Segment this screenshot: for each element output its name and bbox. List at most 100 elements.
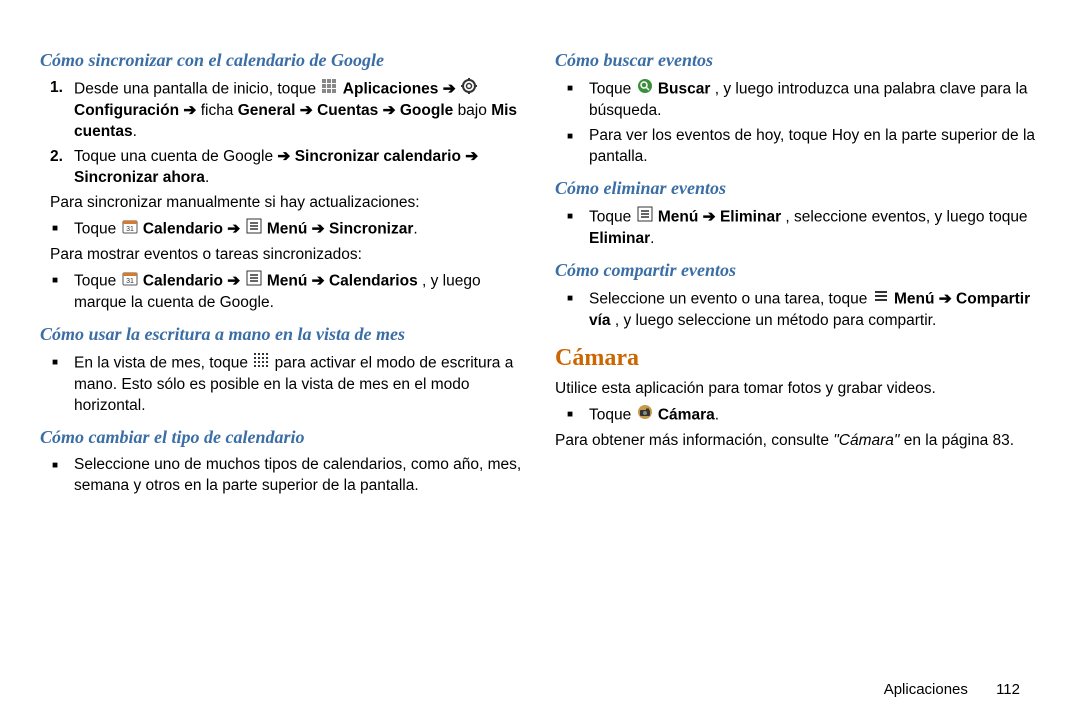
arrow-icon: ➔ bbox=[183, 102, 196, 119]
manual-sync-text: Para sincronizar manualmente si hay actu… bbox=[50, 193, 525, 214]
arrow-icon: ➔ bbox=[939, 291, 956, 308]
heading-camera: Cámara bbox=[555, 342, 1040, 374]
text: Toque bbox=[589, 209, 636, 226]
text: Toque bbox=[74, 272, 121, 289]
arrow-icon: ➔ bbox=[703, 209, 720, 226]
change-type-list: Seleccione uno de muchos tipos de calend… bbox=[40, 455, 525, 497]
menu-lines-icon bbox=[873, 288, 889, 311]
camera-list: Toque Cámara. bbox=[555, 404, 1040, 427]
grid-icon bbox=[253, 352, 269, 375]
heading-delete-events: Cómo eliminar eventos bbox=[555, 176, 1040, 200]
heading-search-events: Cómo buscar eventos bbox=[555, 48, 1040, 72]
text: en la página 83. bbox=[904, 432, 1014, 449]
show-events-list: Toque Calendario ➔ Menú ➔ Calendarios , … bbox=[40, 270, 525, 314]
text: , y luego seleccione un método para comp… bbox=[615, 312, 936, 329]
text: Para obtener más información, consulte bbox=[555, 432, 833, 449]
search-label: Buscar bbox=[658, 81, 711, 98]
right-column: Cómo buscar eventos Toque Buscar , y lue… bbox=[555, 40, 1040, 501]
gear-icon bbox=[461, 78, 477, 101]
list-item: Toque Calendario ➔ Menú ➔ Calendarios , … bbox=[74, 270, 525, 314]
heading-change-calendar-type: Cómo cambiar el tipo de calendario bbox=[40, 425, 525, 449]
arrow-icon: ➔ bbox=[227, 272, 244, 289]
sync-steps: Desde una pantalla de inicio, toque Apli… bbox=[40, 78, 525, 189]
menu-label: Menú bbox=[267, 220, 307, 237]
handwriting-list: En la vista de mes, toque para activar e… bbox=[40, 352, 525, 417]
text: Toque bbox=[589, 406, 636, 423]
step-2: Toque una cuenta de Google ➔ Sincronizar… bbox=[74, 147, 525, 189]
arrow-icon: ➔ bbox=[312, 220, 329, 237]
heading-sync-google: Cómo sincronizar con el calendario de Go… bbox=[40, 48, 525, 72]
page-content: Cómo sincronizar con el calendario de Go… bbox=[0, 0, 1080, 501]
menu-icon bbox=[246, 218, 262, 241]
text: Desde una pantalla de inicio, toque bbox=[74, 81, 320, 98]
apps-label: Aplicaciones bbox=[343, 81, 439, 98]
text: Toque bbox=[589, 81, 636, 98]
arrow-icon: ➔ bbox=[383, 102, 400, 119]
page-footer: Aplicaciones 112 bbox=[884, 681, 1020, 698]
list-item: En la vista de mes, toque para activar e… bbox=[74, 352, 525, 417]
accounts-label: Cuentas bbox=[317, 102, 378, 119]
menu-label: Menú bbox=[894, 291, 934, 308]
calendar-label: Calendario bbox=[143, 272, 223, 289]
apps-icon bbox=[321, 78, 337, 101]
sync-cal-label: Sincronizar calendario bbox=[295, 148, 461, 165]
list-item: Toque Calendario ➔ Menú ➔ Sincronizar. bbox=[74, 218, 525, 241]
left-column: Cómo sincronizar con el calendario de Go… bbox=[40, 40, 525, 501]
menu-icon bbox=[637, 206, 653, 229]
config-label: Configuración bbox=[74, 102, 179, 119]
sync-label: Sincronizar bbox=[329, 220, 413, 237]
text: En la vista de mes, toque bbox=[74, 354, 252, 371]
sync-now-label: Sincronizar ahora bbox=[74, 169, 205, 186]
share-events-list: Seleccione un evento o una tarea, toque … bbox=[555, 288, 1040, 332]
search-events-list: Toque Buscar , y luego introduzca una pa… bbox=[555, 78, 1040, 168]
heading-handwriting: Cómo usar la escritura a mano en la vist… bbox=[40, 322, 525, 346]
camera-icon bbox=[637, 404, 653, 427]
arrow-icon: ➔ bbox=[312, 272, 329, 289]
menu-label: Menú bbox=[267, 272, 307, 289]
delete-events-list: Toque Menú ➔ Eliminar , seleccione event… bbox=[555, 206, 1040, 250]
arrow-icon: ➔ bbox=[277, 148, 290, 165]
text: bajo bbox=[458, 102, 492, 119]
step-1: Desde una pantalla de inicio, toque Apli… bbox=[74, 78, 525, 143]
delete-label: Eliminar bbox=[589, 230, 650, 247]
list-item: Toque Buscar , y luego introduzca una pa… bbox=[589, 78, 1040, 122]
arrow-icon: ➔ bbox=[227, 220, 244, 237]
dot: . bbox=[650, 230, 654, 247]
menu-label: Menú bbox=[658, 209, 698, 226]
general-label: General bbox=[238, 102, 296, 119]
delete-label: Eliminar bbox=[720, 209, 781, 226]
calendar-icon bbox=[122, 218, 138, 241]
ref-link: "Cámara" bbox=[833, 432, 899, 449]
list-item: Seleccione un evento o una tarea, toque … bbox=[589, 288, 1040, 332]
page-number: 112 bbox=[996, 681, 1020, 698]
text: Seleccione un evento o una tarea, toque bbox=[589, 291, 872, 308]
arrow-icon: ➔ bbox=[465, 148, 478, 165]
section-name: Aplicaciones bbox=[884, 681, 968, 698]
list-item: Toque Menú ➔ Eliminar , seleccione event… bbox=[589, 206, 1040, 250]
google-label: Google bbox=[400, 102, 453, 119]
list-item: Para ver los eventos de hoy, toque Hoy e… bbox=[589, 126, 1040, 168]
dot: . bbox=[205, 169, 209, 186]
arrow-icon: ➔ bbox=[300, 102, 317, 119]
dot: . bbox=[413, 220, 417, 237]
calendar-label: Calendario bbox=[143, 220, 223, 237]
search-icon bbox=[637, 78, 653, 101]
arrow-icon: ➔ bbox=[443, 81, 460, 98]
text: , y luego introduzca una palabra clave p… bbox=[589, 81, 1028, 119]
camera-label: Cámara bbox=[658, 406, 715, 423]
text: ficha bbox=[201, 102, 238, 119]
dot: . bbox=[133, 123, 137, 140]
list-item: Toque Cámara. bbox=[589, 404, 1040, 427]
text: Toque bbox=[74, 220, 121, 237]
text: , seleccione eventos, y luego toque bbox=[785, 209, 1027, 226]
calendar-icon bbox=[122, 270, 138, 293]
calendars-label: Calendarios bbox=[329, 272, 418, 289]
dot: . bbox=[715, 406, 719, 423]
camera-ref: Para obtener más información, consulte "… bbox=[555, 431, 1040, 452]
show-events-text: Para mostrar eventos o tareas sincroniza… bbox=[50, 245, 525, 266]
menu-icon bbox=[246, 270, 262, 293]
manual-sync-list: Toque Calendario ➔ Menú ➔ Sincronizar. bbox=[40, 218, 525, 241]
camera-desc: Utilice esta aplicación para tomar fotos… bbox=[555, 379, 1040, 400]
text: Toque una cuenta de Google bbox=[74, 148, 277, 165]
list-item: Seleccione uno de muchos tipos de calend… bbox=[74, 455, 525, 497]
